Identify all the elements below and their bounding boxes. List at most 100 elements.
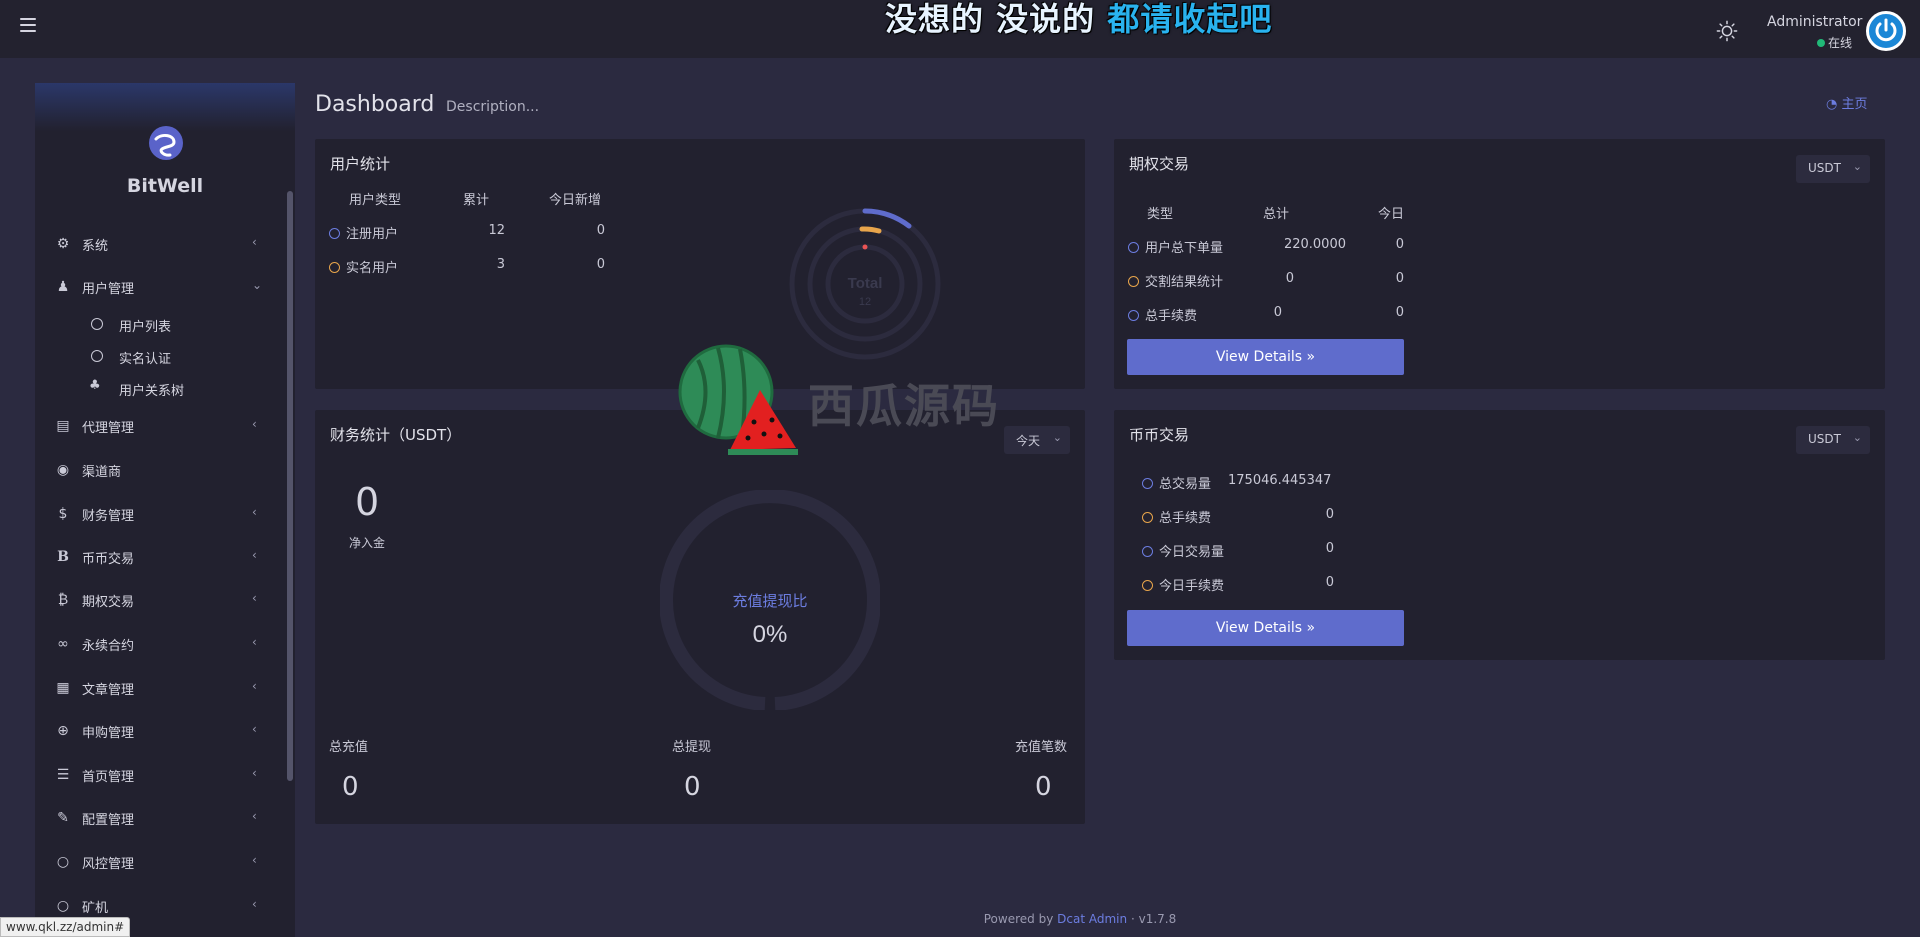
list-item-value: 0 [1325,507,1334,522]
sidebar-subitem-label: 用户列表 [119,320,172,335]
legend-ring-icon [1128,276,1139,287]
options-view-details-button[interactable]: View Details » [1127,339,1404,375]
button-label: View Details [1215,349,1303,365]
list-item-label: 今日交易量 [1142,541,1224,560]
sidebar-item-label: 渠道商 [82,465,122,480]
coin-view-details-button[interactable]: View Details » [1127,610,1404,646]
row-label: 总手续费 [1159,511,1212,526]
row-label: 今日手续费 [1159,579,1225,594]
ratio-label: 充值提现比 [732,592,807,610]
legend-ring-icon [329,228,340,239]
slogan-part-2: 没说的 [996,0,1096,38]
sidebar-item-label: 用户管理 [82,282,135,297]
net-deposit-value: 0 [355,480,380,524]
row-label: 注册用户 [346,227,399,242]
chevron-left-icon: ‹ [252,722,257,736]
total-label: 总提现 [672,740,712,755]
table-row-label: 总手续费 [1128,305,1197,324]
slogan-part-3: 都请收起吧 [1107,0,1273,38]
table-row-label: 交割结果统计 [1128,271,1223,290]
sidebar-item-label: 申购管理 [82,726,135,741]
coin-trade-title: 币币交易 [1129,426,1190,444]
options-trade-card: 期权交易 USDT ⌄ 类型 总计 今日 用户总下单量 220.0000 0 交… [1114,139,1885,389]
id-card-icon: ▤ [56,418,70,434]
sidebar-item-perpetual[interactable]: ∞ 永续合约 ‹ [35,628,275,660]
sidebar-item-coin-trade[interactable]: B 币币交易 ‹ [35,541,275,573]
button-label: View Details [1215,620,1303,636]
home-link[interactable]: ◔ 主页 [1826,93,1868,112]
column-header: 今日 [1378,207,1405,222]
sidebar-item-label: 代理管理 [82,421,135,436]
sidebar-item-subscription[interactable]: ⊕ 申购管理 ‹ [35,715,275,747]
footer-powered-by: Powered by [983,912,1054,926]
wrench-icon: ✎ [57,810,69,826]
currency-select-value: USDT [1808,432,1841,446]
sidebar-subitem-verification[interactable]: 实名认证 [35,342,275,370]
currency-select[interactable]: USDT ⌄ [1796,426,1870,454]
user-status-label: 在线 [1828,36,1853,50]
chevron-left-icon: ‹ [252,679,257,693]
link-icon: ∞ [57,636,69,652]
sidebar-item-users[interactable]: ♟ 用户管理 ⌄ [35,271,275,303]
list-item-value: 0 [1325,575,1334,590]
row-label: 交割结果统计 [1145,275,1224,290]
sidebar-item-agents[interactable]: ▤ 代理管理 ‹ [35,410,275,442]
row-label: 用户总下单量 [1145,241,1224,256]
sidebar-item-channel[interactable]: ◉ 渠道商 [35,454,275,486]
total-value: 0 [342,772,359,802]
table-cell: 12 [488,223,505,238]
sidebar-subitem-label: 用户关系树 [119,384,185,399]
sidebar-item-label: 币币交易 [82,552,135,567]
sidebar-item-finance[interactable]: $ 财务管理 ‹ [35,498,275,530]
sidebar-header-decoration [35,83,295,131]
sidebar-item-config[interactable]: ✎ 配置管理 ‹ [35,802,275,834]
circle-icon [91,318,103,330]
column-header: 今日新增 [549,193,602,208]
sun-icon[interactable] [1716,20,1738,42]
column-header: 用户类型 [349,193,402,208]
sidebar-subitem-user-tree[interactable]: ♣ 用户关系树 [35,374,275,402]
total-value: 0 [684,772,701,802]
top-navbar: 没想的 没说的 都请收起吧 Administrator 在线 [0,0,1920,58]
row-label: 总手续费 [1145,309,1198,324]
column-header: 类型 [1147,207,1174,222]
sidebar-item-articles[interactable]: ▦ 文章管理 ‹ [35,672,275,704]
sidebar-item-label: 配置管理 [82,813,135,828]
chevron-left-icon: ‹ [252,235,257,249]
avatar[interactable] [1866,11,1906,51]
currency-select[interactable]: USDT ⌄ [1796,155,1870,183]
footer-version: v1.7.8 [1138,912,1177,926]
options-trade-title: 期权交易 [1129,155,1190,173]
footer-dcat-link[interactable]: Dcat Admin [1057,912,1127,926]
tree-icon: ♣ [89,378,101,393]
sidebar-item-label: 期权交易 [82,595,135,610]
legend-ring-icon [1142,580,1153,591]
logo-icon [149,126,183,160]
list-item-value: 0 [1325,541,1334,556]
sidebar-item-risk[interactable]: ○ 风控管理 ‹ [35,846,275,878]
sidebar-item-homepage[interactable]: ☰ 首页管理 ‹ [35,759,275,791]
gear-icon: ⚙ [56,236,70,252]
period-select[interactable]: 今天 ⌄ [1004,426,1070,454]
menu-toggle-icon[interactable] [20,18,36,32]
double-chevron-right-icon: » [1306,620,1316,636]
sidebar-item-label: 首页管理 [82,770,135,785]
table-cell: 220.0000 [1283,237,1346,252]
sidebar-item-label: 文章管理 [82,683,135,698]
legend-ring-icon [1128,242,1139,253]
user-name[interactable]: Administrator [1767,14,1862,30]
page-title: Dashboard [315,92,435,117]
chevron-left-icon: ‹ [252,548,257,562]
slogan-part-1: 没想的 [885,0,985,38]
sidebar-item-label: 系统 [82,239,109,254]
sidebar-item-system[interactable]: ⚙ 系统 ‹ [35,228,275,260]
dashboard-icon: ◔ [1826,97,1838,112]
legend-ring-icon [329,262,340,273]
b-letter-icon: B [57,549,69,565]
sidebar-scrollbar[interactable] [287,191,293,781]
sidebar-item-label: 财务管理 [82,509,135,524]
sidebar-item-options[interactable]: ₿ 期权交易 ‹ [35,584,275,616]
sidebar-subitem-user-list[interactable]: 用户列表 [35,310,275,338]
period-select-value: 今天 [1016,434,1041,448]
coin-trade-card: 币币交易 USDT ⌄ 总交易量 175046.445347 总手续费 0 今日… [1114,410,1885,660]
